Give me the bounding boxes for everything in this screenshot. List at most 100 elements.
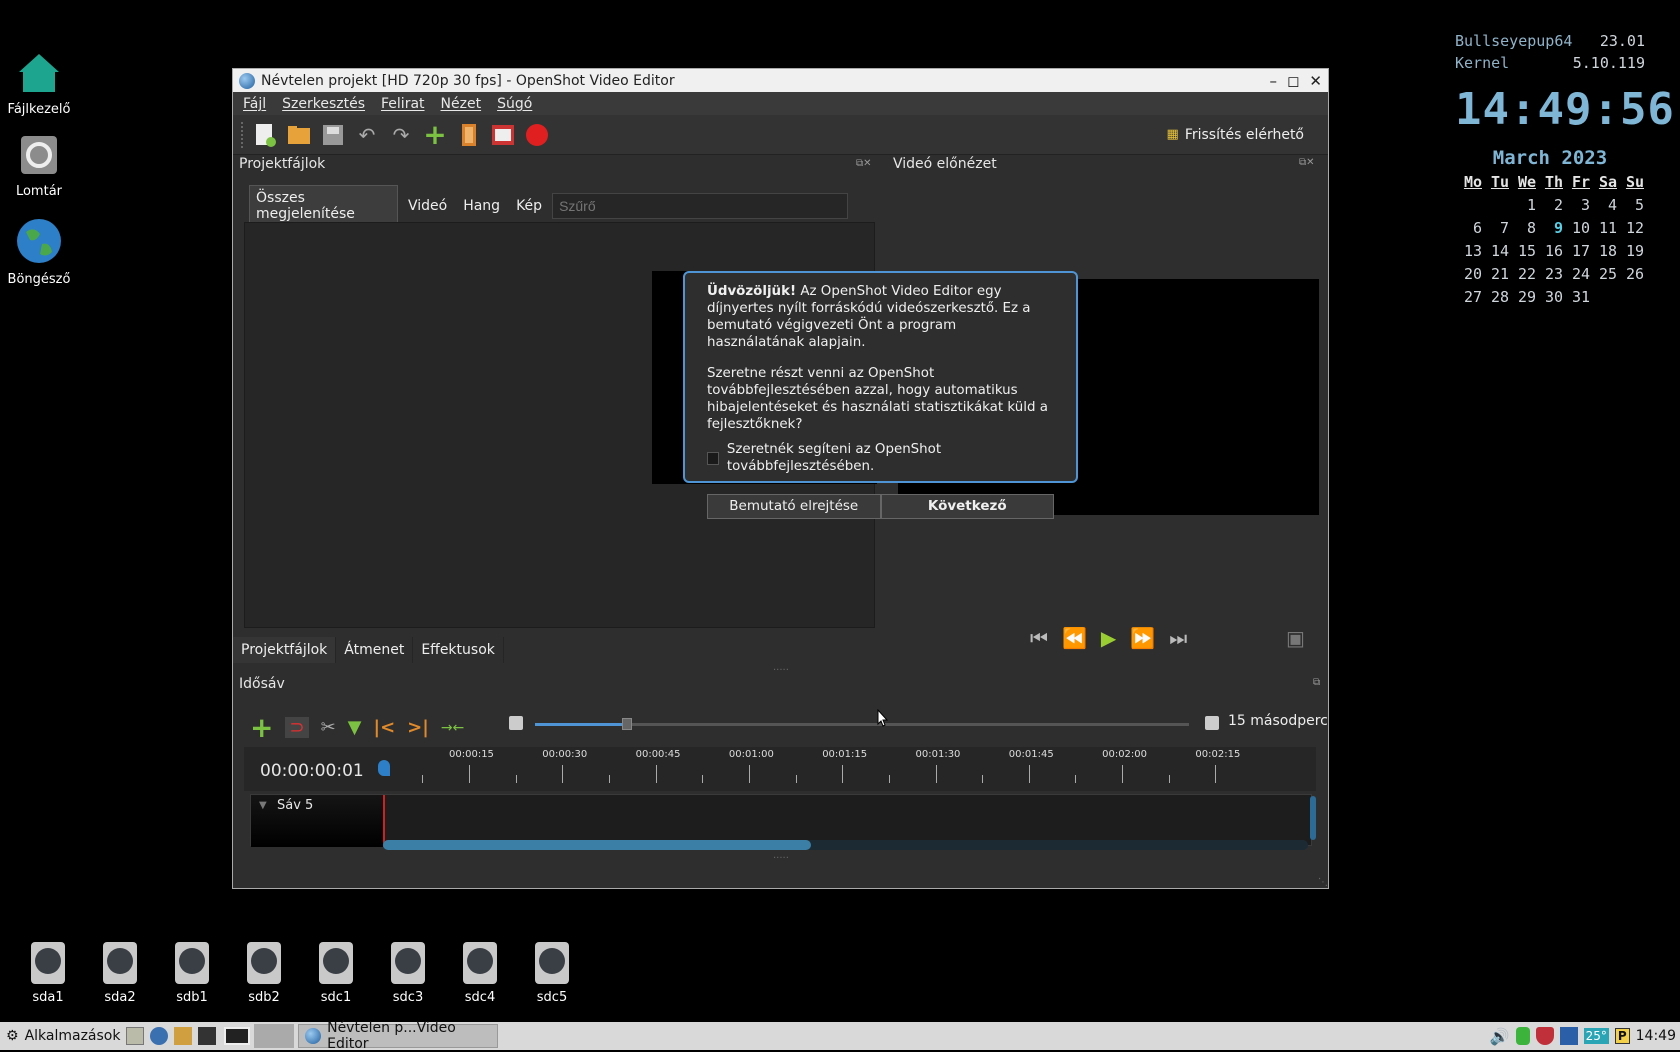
calendar-weekday: Mo [1463,173,1482,191]
minimize-icon[interactable]: – [1269,72,1277,90]
next-marker-icon[interactable]: >| [407,717,429,738]
fullscreen-icon[interactable] [490,122,516,148]
browser-launcher-icon[interactable] [150,1027,169,1045]
close-icon[interactable]: ✕ [1309,72,1322,90]
undo-icon[interactable]: ↶ [354,122,380,148]
splitter-handle[interactable]: ····· [773,665,789,676]
workspace-2-icon[interactable] [254,1024,295,1048]
hide-tutorial-button[interactable]: Bemutató elrejtése [707,494,881,519]
drive-icon-sdc1[interactable]: sdc1 [306,942,366,1005]
timeline-scrollbar[interactable] [383,840,1308,850]
play-icon[interactable]: ▶ [1101,626,1116,650]
bottom-splitter[interactable]: ····· [773,853,789,864]
calendar-weekdays: Mo Tu We Th Fr Sa Su [1455,171,1645,194]
file-manager-launcher-icon[interactable] [174,1027,193,1045]
calendar-day: 1 [1526,196,1536,214]
resize-grip-icon[interactable]: ⋱ [1318,877,1328,888]
zoom-out-icon[interactable] [509,716,523,730]
calendar-day: 25 [1598,265,1617,283]
help-improve-checkbox[interactable] [707,451,719,465]
filter-show-all[interactable]: Összes megjelenítése [249,185,398,227]
update-available-button[interactable]: ▦ Frissítés elérhető [1167,127,1304,143]
previous-marker-icon[interactable]: |< [374,717,396,738]
drive-icon-sdc5[interactable]: sdc5 [522,942,582,1005]
menu-file[interactable]: Fájl [243,96,266,112]
volume-icon[interactable]: 🔊 [1490,1027,1510,1046]
timeline-ruler[interactable]: 00:00:00:01 00:00:15 00:00:30 00:00:45 00:0… [244,747,1316,791]
desktop-icon-browser[interactable]: Böngésző [0,218,79,287]
firewall-icon[interactable] [1535,1027,1554,1045]
fast-forward-icon[interactable]: ⏩ [1130,626,1155,650]
tab-transitions[interactable]: Átmenet [336,637,414,663]
filter-input[interactable] [552,193,848,219]
drive-icon-sdb2[interactable]: sdb2 [234,942,294,1005]
track-collapse-icon[interactable]: ▼ [259,800,267,811]
jump-end-icon[interactable]: ⏭ [1169,626,1187,650]
filter-image[interactable]: Kép [510,194,548,218]
snap-icon[interactable]: ⊃ [285,717,309,738]
new-project-icon[interactable] [252,122,278,148]
drive-label: sda1 [32,990,64,1005]
menu-subtitle[interactable]: Felirat [381,96,425,112]
razor-icon[interactable]: ✂ [321,717,336,738]
playhead-icon[interactable] [378,760,390,776]
maximize-icon[interactable]: ◻ [1287,72,1299,90]
preview-dock-buttons[interactable]: ⧉✕ [1299,157,1315,168]
add-marker-icon[interactable]: ▼ [348,717,362,738]
save-project-icon[interactable] [320,122,346,148]
calendar-day: 11 [1598,219,1617,237]
camera-icon[interactable]: ▣ [1286,626,1305,650]
zoom-slider-track[interactable] [535,718,1189,730]
host-label: Bullseyepup64 [1455,32,1573,50]
help-improve-label: Szeretnék segíteni az OpenShot továbbfej… [726,442,942,474]
drive-icon-sdb1[interactable]: sdb1 [162,942,222,1005]
tab-project-files[interactable]: Projektfájlok [233,637,337,663]
ruler-tick-major [562,765,564,783]
rewind-icon[interactable]: ⏪ [1062,626,1087,650]
help-improve-checkbox-row[interactable]: Szeretnék segíteni az OpenShot továbbfej… [707,441,1054,475]
menu-view[interactable]: Nézet [441,96,482,112]
window-titlebar[interactable]: Névtelen projekt [HD 720p 30 fps] - Open… [233,69,1328,92]
filter-video[interactable]: Videó [402,194,453,218]
center-playhead-icon[interactable]: →← [441,720,464,736]
package-icon[interactable]: P [1614,1028,1630,1044]
tab-effects[interactable]: Effektusok [413,637,504,663]
applications-icon: ⚙ [6,1028,19,1044]
filter-audio[interactable]: Hang [457,194,506,218]
zoom-in-icon[interactable] [1205,716,1219,730]
drive-icon-sda2[interactable]: sda2 [90,942,150,1005]
network-icon[interactable] [1559,1027,1578,1045]
import-files-icon[interactable]: + [422,118,448,151]
drive-icon-sda1[interactable]: sda1 [18,942,78,1005]
menu-help[interactable]: Súgó [497,96,532,112]
redo-icon[interactable]: ↷ [388,122,414,148]
ruler-tick-minor [888,775,890,783]
ruler-tick-major [469,765,470,783]
zoom-slider-handle[interactable] [621,718,632,730]
show-desktop-icon[interactable] [126,1027,145,1045]
dock-buttons[interactable]: ⧉✕ [856,158,872,169]
timeline-scrollbar-thumb[interactable] [383,840,811,850]
profile-icon[interactable] [456,122,482,148]
timeline-dock-button[interactable]: ⧉ [1313,677,1320,688]
next-button[interactable]: Következő [880,494,1054,519]
drive-icon-sdc4[interactable]: sdc4 [450,942,510,1005]
home-icon [19,54,59,92]
workspace-1-icon[interactable] [224,1027,251,1045]
menu-edit[interactable]: Szerkesztés [282,96,365,112]
drive-icon-sdc3[interactable]: sdc3 [378,942,438,1005]
terminal-launcher-icon[interactable] [198,1027,217,1045]
taskbar-item-openshot[interactable]: Névtelen p...Video Editor [298,1020,499,1052]
open-project-icon[interactable] [286,122,312,148]
desktop-icon-file-manager[interactable]: Fájlkezelő [0,52,79,117]
desktop-icon-trash[interactable]: Lomtár [0,134,79,199]
update-icon: ▦ [1166,127,1179,142]
add-track-icon[interactable]: + [250,711,273,744]
storage-icon[interactable] [1515,1027,1530,1045]
applications-menu-button[interactable]: ⚙ Alkalmazások [0,1023,126,1049]
export-video-icon[interactable] [524,122,550,148]
jump-start-icon[interactable]: ⏮ [1030,626,1048,650]
timeline-track[interactable]: ▼ Sáv 5 [250,794,1312,847]
timeline-vscroll[interactable] [1310,796,1316,840]
drive-label: sdc3 [392,990,424,1005]
